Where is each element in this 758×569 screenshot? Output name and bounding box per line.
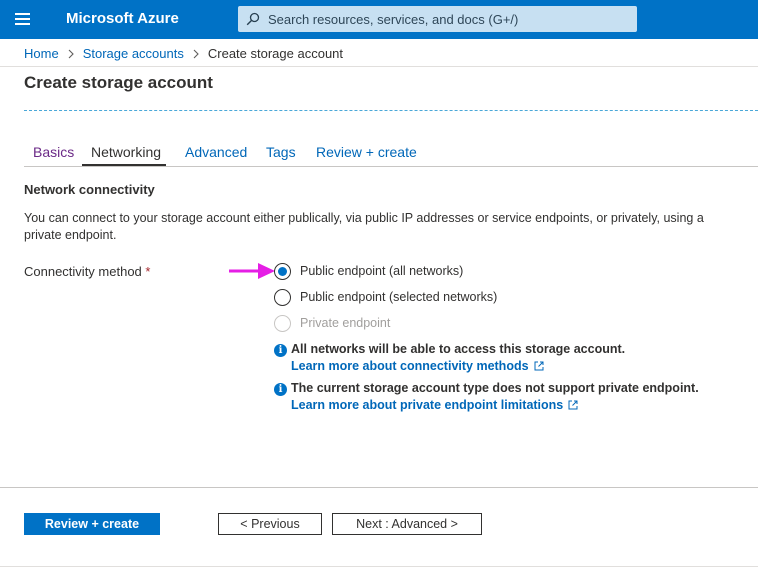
search-icon bbox=[246, 12, 260, 26]
tab-bar: Basics Networking Advanced Tags Review +… bbox=[24, 140, 758, 167]
radio-private-endpoint: Private endpoint bbox=[274, 313, 390, 333]
section-description: You can connect to your storage account … bbox=[24, 211, 704, 242]
info-icon: i bbox=[274, 383, 287, 396]
hamburger-menu-icon[interactable] bbox=[15, 13, 31, 25]
link-text[interactable]: Learn more about connectivity methods bbox=[291, 359, 529, 373]
radio-button-selected[interactable] bbox=[274, 262, 291, 280]
external-link-icon bbox=[534, 361, 544, 371]
breadcrumb-current: Create storage account bbox=[207, 46, 344, 61]
previous-button[interactable]: < Previous bbox=[218, 513, 322, 535]
review-create-button[interactable]: Review + create bbox=[24, 513, 160, 535]
tab-tags[interactable]: Tags bbox=[266, 144, 296, 160]
breadcrumb-divider bbox=[0, 66, 758, 67]
tab-basics[interactable]: Basics bbox=[33, 144, 74, 160]
title-divider bbox=[24, 110, 758, 111]
section-heading: Network connectivity bbox=[24, 182, 155, 197]
radio-label: Private endpoint bbox=[300, 316, 391, 330]
page-bottom-divider bbox=[0, 566, 758, 567]
info-text: The current storage account type does no… bbox=[291, 381, 699, 395]
top-bar: Microsoft Azure Search resources, servic… bbox=[0, 0, 758, 39]
tab-review-create[interactable]: Review + create bbox=[316, 144, 417, 160]
pointer-arrow-icon bbox=[229, 263, 275, 279]
breadcrumb-home[interactable]: Home bbox=[24, 46, 59, 61]
external-link-icon bbox=[568, 400, 578, 410]
required-marker: * bbox=[145, 264, 151, 279]
brand-title[interactable]: Microsoft Azure bbox=[66, 10, 179, 27]
chevron-right-icon bbox=[193, 49, 199, 58]
radio-label: Public endpoint (selected networks) bbox=[300, 290, 498, 304]
info-icon: i bbox=[274, 344, 287, 357]
tab-advanced[interactable]: Advanced bbox=[185, 144, 247, 160]
footer-divider bbox=[0, 487, 758, 488]
breadcrumb-storage-accounts[interactable]: Storage accounts bbox=[83, 46, 184, 61]
radio-label: Public endpoint (all networks) bbox=[300, 264, 464, 278]
radio-public-all-networks[interactable]: Public endpoint (all networks) bbox=[274, 261, 463, 281]
learn-more-private-endpoint-link[interactable]: Learn more about private endpoint limita… bbox=[291, 398, 578, 412]
next-advanced-button[interactable]: Next : Advanced > bbox=[332, 513, 482, 535]
global-search-input[interactable]: Search resources, services, and docs (G+… bbox=[238, 6, 637, 32]
field-label-text: Connectivity method bbox=[24, 264, 142, 279]
radio-button-disabled bbox=[274, 314, 291, 332]
search-placeholder: Search resources, services, and docs (G+… bbox=[268, 12, 519, 27]
breadcrumb: Home Storage accounts Create storage acc… bbox=[24, 46, 343, 61]
chevron-right-icon bbox=[68, 49, 74, 58]
active-tab-indicator bbox=[82, 164, 166, 166]
learn-more-connectivity-link[interactable]: Learn more about connectivity methods bbox=[291, 359, 544, 373]
connectivity-method-label: Connectivity method * bbox=[24, 264, 150, 279]
radio-public-selected-networks[interactable]: Public endpoint (selected networks) bbox=[274, 287, 497, 307]
info-text: All networks will be able to access this… bbox=[291, 342, 626, 356]
radio-button[interactable] bbox=[274, 288, 291, 306]
page-title: Create storage account bbox=[24, 73, 213, 92]
link-text[interactable]: Learn more about private endpoint limita… bbox=[291, 398, 563, 412]
tab-networking[interactable]: Networking bbox=[91, 144, 161, 160]
